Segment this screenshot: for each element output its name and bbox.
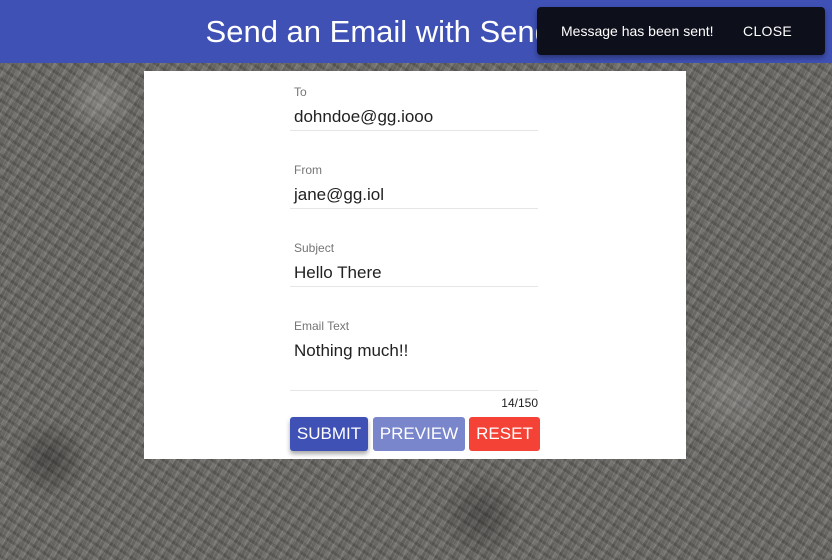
snackbar-close-button[interactable]: CLOSE	[743, 23, 792, 39]
preview-button[interactable]: PREVIEW	[373, 417, 465, 451]
to-field[interactable]: To dohndoe@gg.iooo	[290, 85, 538, 131]
snackbar: Message has been sent! CLOSE	[537, 7, 825, 55]
to-input[interactable]: dohndoe@gg.iooo	[294, 107, 433, 127]
reset-button[interactable]: RESET	[469, 417, 540, 451]
email-text-field[interactable]: Email Text Nothing much!!	[290, 319, 538, 391]
character-counter: 14/150	[501, 396, 538, 410]
from-label: From	[294, 163, 322, 177]
email-text-input[interactable]: Nothing much!!	[294, 341, 408, 361]
from-field[interactable]: From jane@gg.iol	[290, 163, 538, 209]
subject-input[interactable]: Hello There	[294, 263, 382, 283]
snackbar-message: Message has been sent!	[561, 23, 714, 39]
subject-field[interactable]: Subject Hello There	[290, 241, 538, 287]
submit-button[interactable]: SUBMIT	[290, 417, 368, 451]
to-label: To	[294, 85, 307, 99]
email-text-label: Email Text	[294, 319, 350, 333]
from-input[interactable]: jane@gg.iol	[294, 185, 384, 205]
email-form-card: To dohndoe@gg.iooo From jane@gg.iol Subj…	[144, 71, 686, 459]
subject-label: Subject	[294, 241, 335, 255]
